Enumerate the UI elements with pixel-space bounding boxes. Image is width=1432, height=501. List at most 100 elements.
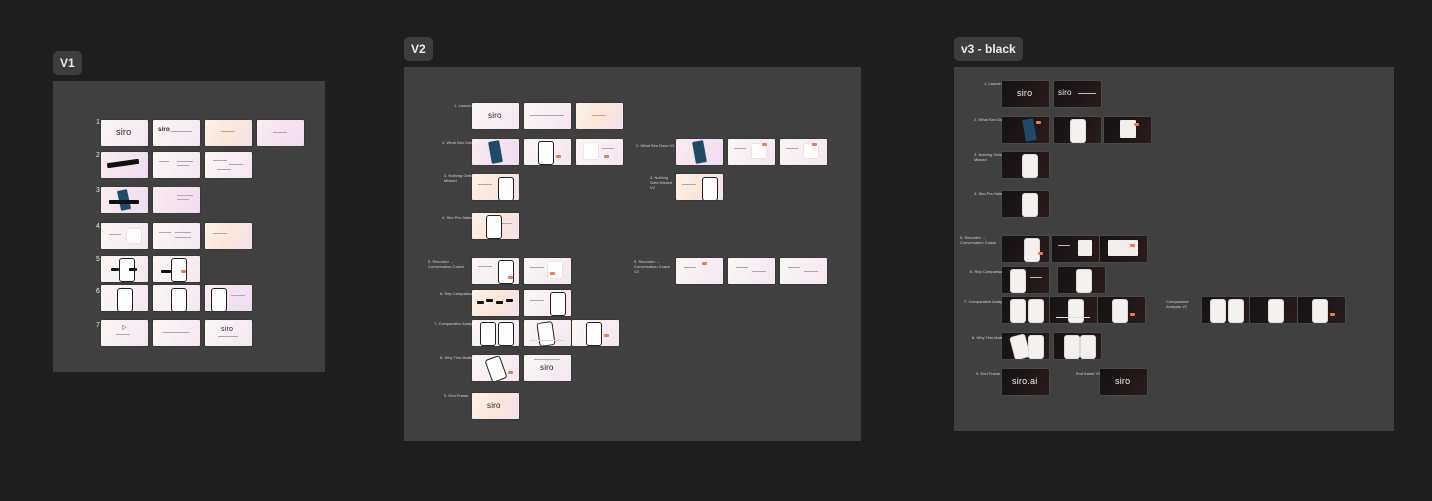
slide-thumbnail[interactable]: [1002, 117, 1049, 143]
slide-thumbnail[interactable]: siro: [1054, 81, 1101, 107]
slide-thumbnail[interactable]: siro.ai: [1002, 369, 1049, 395]
slide-accent: [181, 270, 186, 273]
slide-thumbnail[interactable]: [101, 285, 148, 311]
slide-thumbnail[interactable]: siro: [205, 320, 252, 346]
slide-phone: [498, 260, 514, 284]
slide-thumbnail[interactable]: [472, 290, 519, 316]
slide-accent: [702, 262, 707, 265]
slide-thumbnail[interactable]: siro: [472, 393, 519, 419]
slide-thumbnail[interactable]: [101, 256, 148, 282]
slide-text-line: [736, 267, 748, 268]
slide-thumbnail[interactable]: [472, 355, 519, 381]
slide-thumbnail[interactable]: [1002, 333, 1049, 359]
slide-phone: [171, 288, 187, 311]
slide-phone: [1268, 299, 1284, 323]
slide-thumbnail[interactable]: [1250, 297, 1297, 323]
slide-logo-text: siro: [1058, 88, 1072, 97]
slide-thumbnail[interactable]: [1002, 297, 1049, 323]
slide-phone-card: [488, 140, 503, 164]
slide-thumbnail[interactable]: [1002, 267, 1049, 293]
slide-thumbnail[interactable]: [1054, 117, 1101, 143]
frame-label-v2[interactable]: V2: [404, 37, 433, 61]
slide-phone: [1068, 299, 1084, 323]
slide-text-line: [177, 199, 189, 200]
slide-accent: [1130, 313, 1135, 316]
slide-thumbnail[interactable]: [205, 223, 252, 249]
slide-thumbnail[interactable]: [524, 103, 571, 129]
slide-thumbnail[interactable]: [1100, 236, 1147, 262]
slide-thumbnail[interactable]: [472, 320, 519, 346]
row-label: 3. Nothing Gets Missed: [974, 152, 1002, 162]
slide-thumbnail[interactable]: [676, 258, 723, 284]
slide-thumbnail[interactable]: [153, 223, 200, 249]
slide-text-line: [804, 271, 818, 272]
slide-thumbnail[interactable]: [1298, 297, 1345, 323]
slide-thumbnail[interactable]: [1002, 152, 1049, 178]
slide-thumbnail[interactable]: [676, 139, 723, 165]
slide-thumbnail[interactable]: [153, 152, 200, 178]
slide-thumbnail[interactable]: [257, 120, 304, 146]
slide-thumbnail[interactable]: [524, 258, 571, 284]
slide-text-line: [682, 184, 696, 185]
slide-thumbnail[interactable]: ▷: [101, 320, 148, 346]
slide-thumbnail[interactable]: [524, 290, 571, 316]
slide-thumbnail[interactable]: [205, 152, 252, 178]
row-label: 4. Siro Pre-Sales: [442, 215, 473, 220]
slide-thumbnail[interactable]: [153, 320, 200, 346]
slide-thumbnail[interactable]: [576, 103, 623, 129]
slide-thumbnail[interactable]: [572, 320, 619, 346]
slide-text-line: [530, 300, 544, 301]
slide-text-line: [530, 267, 544, 268]
slide-thumbnail[interactable]: [780, 139, 827, 165]
slide-thumbnail[interactable]: [1052, 236, 1099, 262]
frame-v1[interactable]: 1 2 3 4 5 6 7 siro siro ▷ siro: [53, 81, 325, 372]
slide-text-line: [175, 237, 191, 238]
slide-thumbnail[interactable]: siro: [153, 120, 200, 146]
slide-card: [804, 144, 818, 158]
row-number: 7: [96, 322, 100, 329]
slide-thumbnail[interactable]: [728, 139, 775, 165]
slide-thumbnail[interactable]: [1058, 267, 1105, 293]
frame-v2[interactable]: 1. Launch 2. What Siro Does 3. Nothing G…: [404, 67, 861, 441]
slide-phone: [536, 321, 556, 346]
slide-thumbnail[interactable]: siro: [1002, 81, 1049, 107]
slide-thumbnail[interactable]: [472, 139, 519, 165]
slide-thumbnail[interactable]: [676, 174, 723, 200]
slide-thumbnail[interactable]: [153, 285, 200, 311]
slide-thumbnail[interactable]: [1098, 297, 1145, 323]
slide-thumbnail[interactable]: [1202, 297, 1249, 323]
slide-thumbnail[interactable]: [524, 320, 571, 346]
slide-thumbnail[interactable]: [1104, 117, 1151, 143]
slide-thumbnail[interactable]: [205, 120, 252, 146]
slide-thumbnail[interactable]: [728, 258, 775, 284]
slide-thumbnail[interactable]: [780, 258, 827, 284]
slide-thumbnail[interactable]: [472, 174, 519, 200]
slide-phone: [586, 322, 602, 346]
slide-text-line: [530, 115, 564, 116]
frame-label-v1[interactable]: V1: [53, 51, 82, 75]
frame-v3[interactable]: 1. Launch 2. What Siro Does 3. Nothing G…: [954, 67, 1394, 431]
slide-thumbnail[interactable]: siro: [472, 103, 519, 129]
slide-text-line: [273, 132, 287, 133]
slide-thumbnail[interactable]: [101, 223, 148, 249]
slide-phone: [1076, 269, 1092, 293]
row-label: 3. Nothing Gets Missed V2: [650, 175, 673, 190]
slide-thumbnail[interactable]: siro: [1100, 369, 1147, 395]
slide-logo-text: siro: [116, 127, 132, 137]
slide-thumbnail[interactable]: [1054, 333, 1101, 359]
slide-thumbnail[interactable]: [153, 256, 200, 282]
slide-thumbnail[interactable]: [524, 139, 571, 165]
slide-thumbnail[interactable]: [205, 285, 252, 311]
slide-thumbnail[interactable]: siro: [101, 120, 148, 146]
slide-thumbnail[interactable]: [472, 258, 519, 284]
slide-thumbnail[interactable]: [101, 152, 148, 178]
slide-thumbnail[interactable]: [576, 139, 623, 165]
slide-thumbnail[interactable]: siro: [524, 355, 571, 381]
slide-thumbnail[interactable]: [1002, 236, 1049, 262]
slide-thumbnail[interactable]: [1002, 191, 1049, 217]
frame-label-v3[interactable]: v3 - black: [954, 37, 1023, 61]
slide-thumbnail[interactable]: [1050, 297, 1097, 323]
slide-thumbnail[interactable]: [153, 187, 200, 213]
slide-thumbnail[interactable]: [472, 213, 519, 239]
slide-thumbnail[interactable]: [101, 187, 148, 213]
